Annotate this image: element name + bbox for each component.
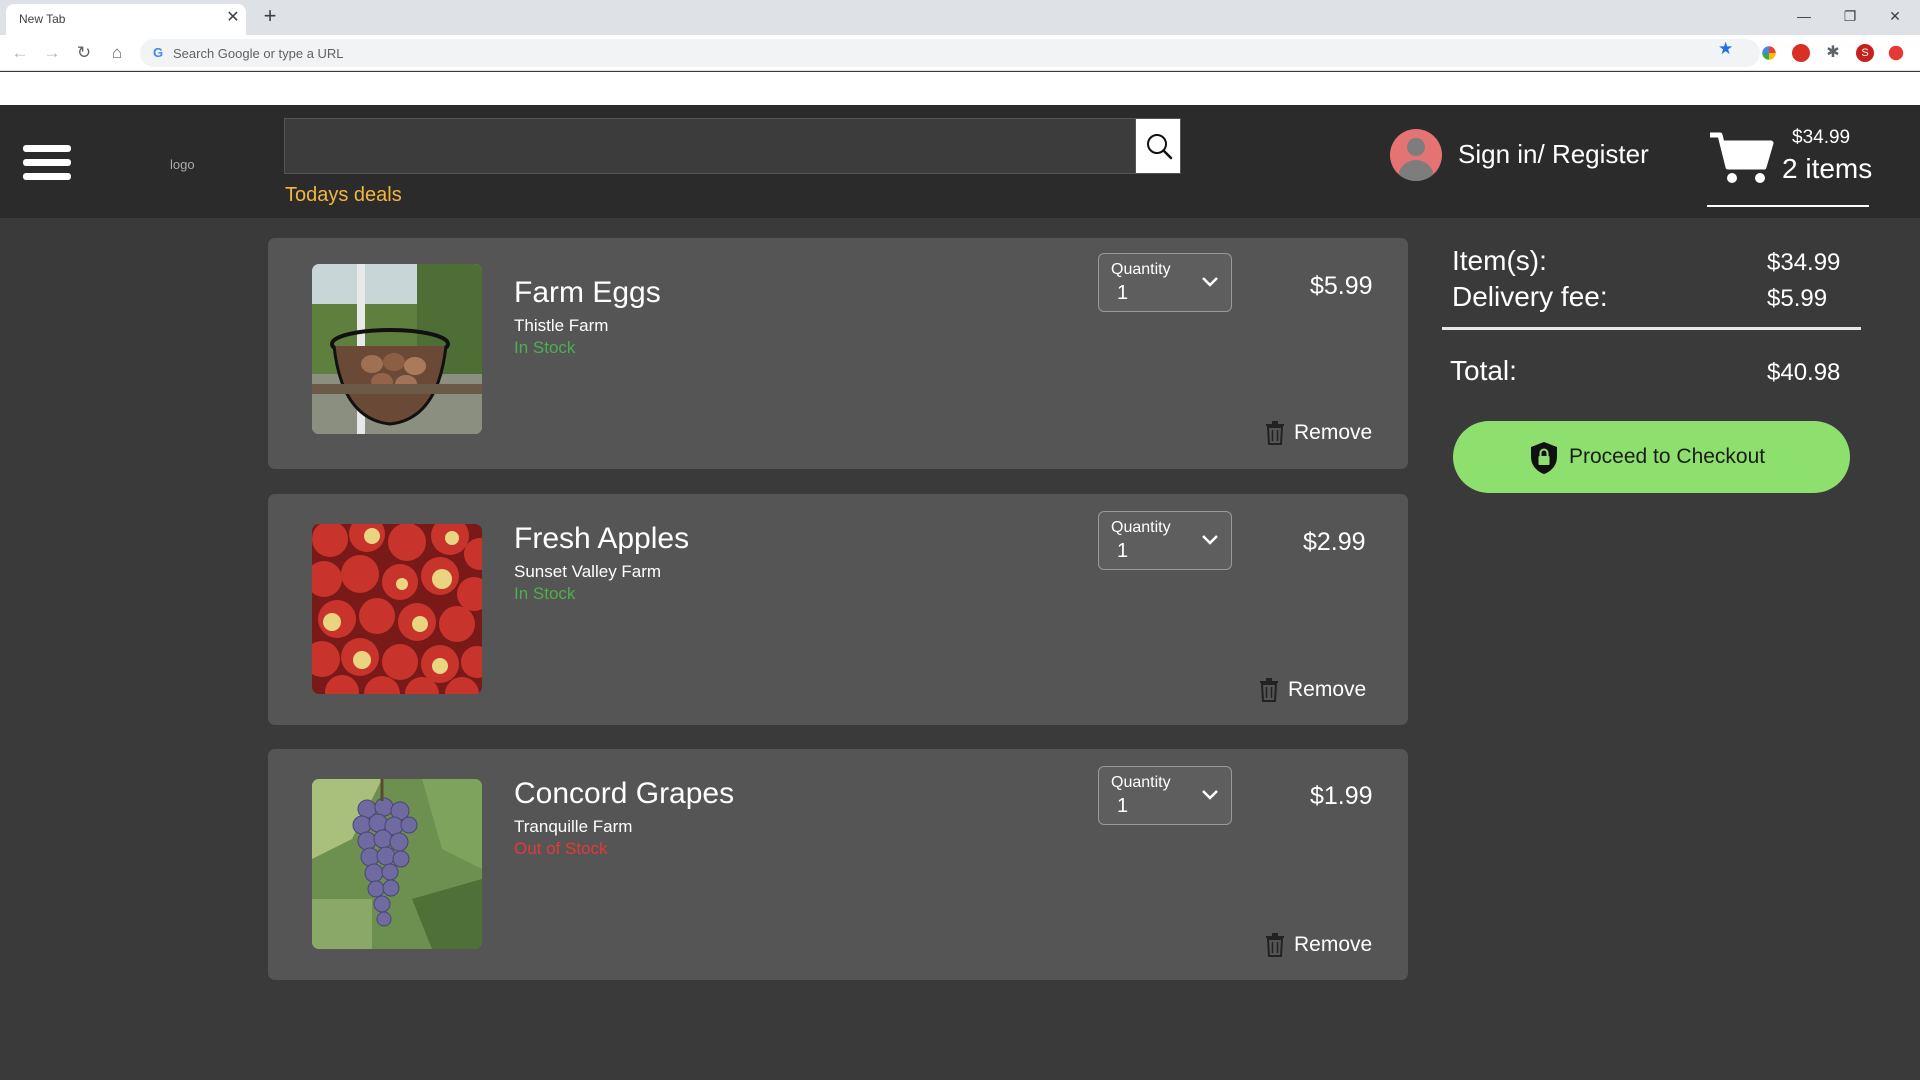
todays-deals-link[interactable]: Todays deals: [285, 184, 402, 207]
product-price: $1.99: [1310, 782, 1373, 810]
trash-icon: [1266, 933, 1284, 957]
product-image-apples[interactable]: [312, 524, 482, 694]
quantity-label: Quantity: [1111, 774, 1171, 791]
product-name[interactable]: Concord Grapes: [514, 777, 734, 811]
back-icon[interactable]: ←: [9, 42, 31, 64]
product-price: $2.99: [1303, 528, 1366, 556]
proceed-to-checkout-button[interactable]: Proceed to Checkout: [1453, 421, 1850, 493]
extensions-puzzle-icon[interactable]: ✱: [1824, 44, 1842, 62]
delivery-fee-value: $5.99: [1767, 285, 1828, 312]
tab-title: New Tab: [19, 12, 66, 26]
search-icon: [1147, 134, 1173, 160]
trash-icon: [1260, 678, 1278, 702]
forward-icon[interactable]: →: [41, 42, 63, 64]
profile-avatar-icon[interactable]: S: [1856, 44, 1874, 62]
chevron-down-icon: [1202, 535, 1218, 545]
lock-shield-icon: [1531, 442, 1557, 474]
bookmarks-area: [0, 72, 1920, 105]
product-farm: Thistle Farm: [514, 316, 609, 335]
quantity-value: 1: [1117, 795, 1129, 817]
extension-red-icon[interactable]: [1888, 45, 1904, 61]
browser-tab-strip: New Tab ✕ + — ❐ ✕: [0, 0, 1920, 35]
total-label: Total:: [1450, 355, 1517, 386]
product-name[interactable]: Farm Eggs: [514, 276, 661, 310]
extension-opera-icon[interactable]: [1792, 44, 1810, 62]
cart-item-card: Farm Eggs Thistle Farm In Stock Quantity…: [268, 238, 1408, 469]
google-icon: G: [152, 45, 164, 60]
items-subtotal-value: $34.99: [1767, 249, 1841, 276]
product-image-grapes[interactable]: [312, 779, 482, 949]
quantity-select[interactable]: Quantity 1: [1098, 253, 1232, 312]
stock-status: In Stock: [514, 584, 576, 603]
window-close-button[interactable]: ✕: [1877, 4, 1913, 28]
trash-icon: [1266, 421, 1284, 445]
quantity-select[interactable]: Quantity 1: [1098, 766, 1232, 825]
total-value: $40.98: [1767, 359, 1841, 386]
product-farm: Tranquille Farm: [514, 817, 633, 836]
browser-toolbar: ← → ↻ ⌂ G Search Google or type a URL ★ …: [0, 35, 1920, 71]
quantity-label: Quantity: [1111, 261, 1171, 278]
delivery-fee-label: Delivery fee:: [1452, 281, 1608, 312]
remove-label: Remove: [1288, 678, 1367, 701]
quantity-value: 1: [1117, 282, 1129, 304]
home-icon[interactable]: ⌂: [106, 42, 128, 64]
new-tab-button[interactable]: +: [258, 5, 282, 29]
items-subtotal-label: Item(s):: [1452, 245, 1547, 276]
cart-underline: [1707, 205, 1869, 207]
cart-icon[interactable]: [1708, 129, 1774, 185]
restore-button[interactable]: ❐: [1832, 4, 1868, 28]
extension-color-icon[interactable]: [1762, 46, 1776, 60]
reload-icon[interactable]: ↻: [73, 42, 95, 64]
remove-label: Remove: [1294, 421, 1373, 444]
stock-status: In Stock: [514, 338, 576, 357]
menu-icon[interactable]: [23, 145, 71, 181]
quantity-select[interactable]: Quantity 1: [1098, 511, 1232, 570]
cart-item-card: Concord Grapes Tranquille Farm Out of St…: [268, 749, 1408, 980]
search-input[interactable]: [284, 118, 1181, 174]
quantity-value: 1: [1117, 540, 1129, 562]
address-bar[interactable]: G Search Google or type a URL: [140, 39, 1760, 67]
minimize-button[interactable]: —: [1786, 4, 1822, 28]
product-image-eggs[interactable]: [312, 264, 482, 434]
search-button[interactable]: [1135, 118, 1181, 174]
product-price: $5.99: [1310, 272, 1373, 300]
cart-item-count[interactable]: 2 items: [1782, 153, 1872, 185]
browser-tab[interactable]: New Tab ✕: [6, 4, 246, 35]
site-header: logo Todays deals Sign in/ Register $34.…: [0, 105, 1920, 218]
chevron-down-icon: [1202, 790, 1218, 800]
product-name[interactable]: Fresh Apples: [514, 522, 689, 556]
address-bar-placeholder: Search Google or type a URL: [173, 46, 344, 61]
chevron-down-icon: [1202, 277, 1218, 287]
user-avatar-icon[interactable]: [1390, 129, 1442, 181]
sign-in-register-link[interactable]: Sign in/ Register: [1458, 139, 1649, 170]
checkout-label: Proceed to Checkout: [1569, 445, 1766, 468]
quantity-label: Quantity: [1111, 519, 1171, 536]
summary-divider: [1442, 327, 1861, 330]
tab-close-icon[interactable]: ✕: [224, 9, 242, 27]
bookmark-star-icon[interactable]: ★: [1718, 40, 1733, 57]
cart-total[interactable]: $34.99: [1792, 127, 1850, 149]
site-logo[interactable]: logo: [170, 157, 195, 172]
cart-item-card: Fresh Apples Sunset Valley Farm In Stock…: [268, 494, 1408, 725]
remove-label: Remove: [1294, 933, 1373, 956]
stock-status: Out of Stock: [514, 839, 608, 858]
product-farm: Sunset Valley Farm: [514, 562, 662, 581]
